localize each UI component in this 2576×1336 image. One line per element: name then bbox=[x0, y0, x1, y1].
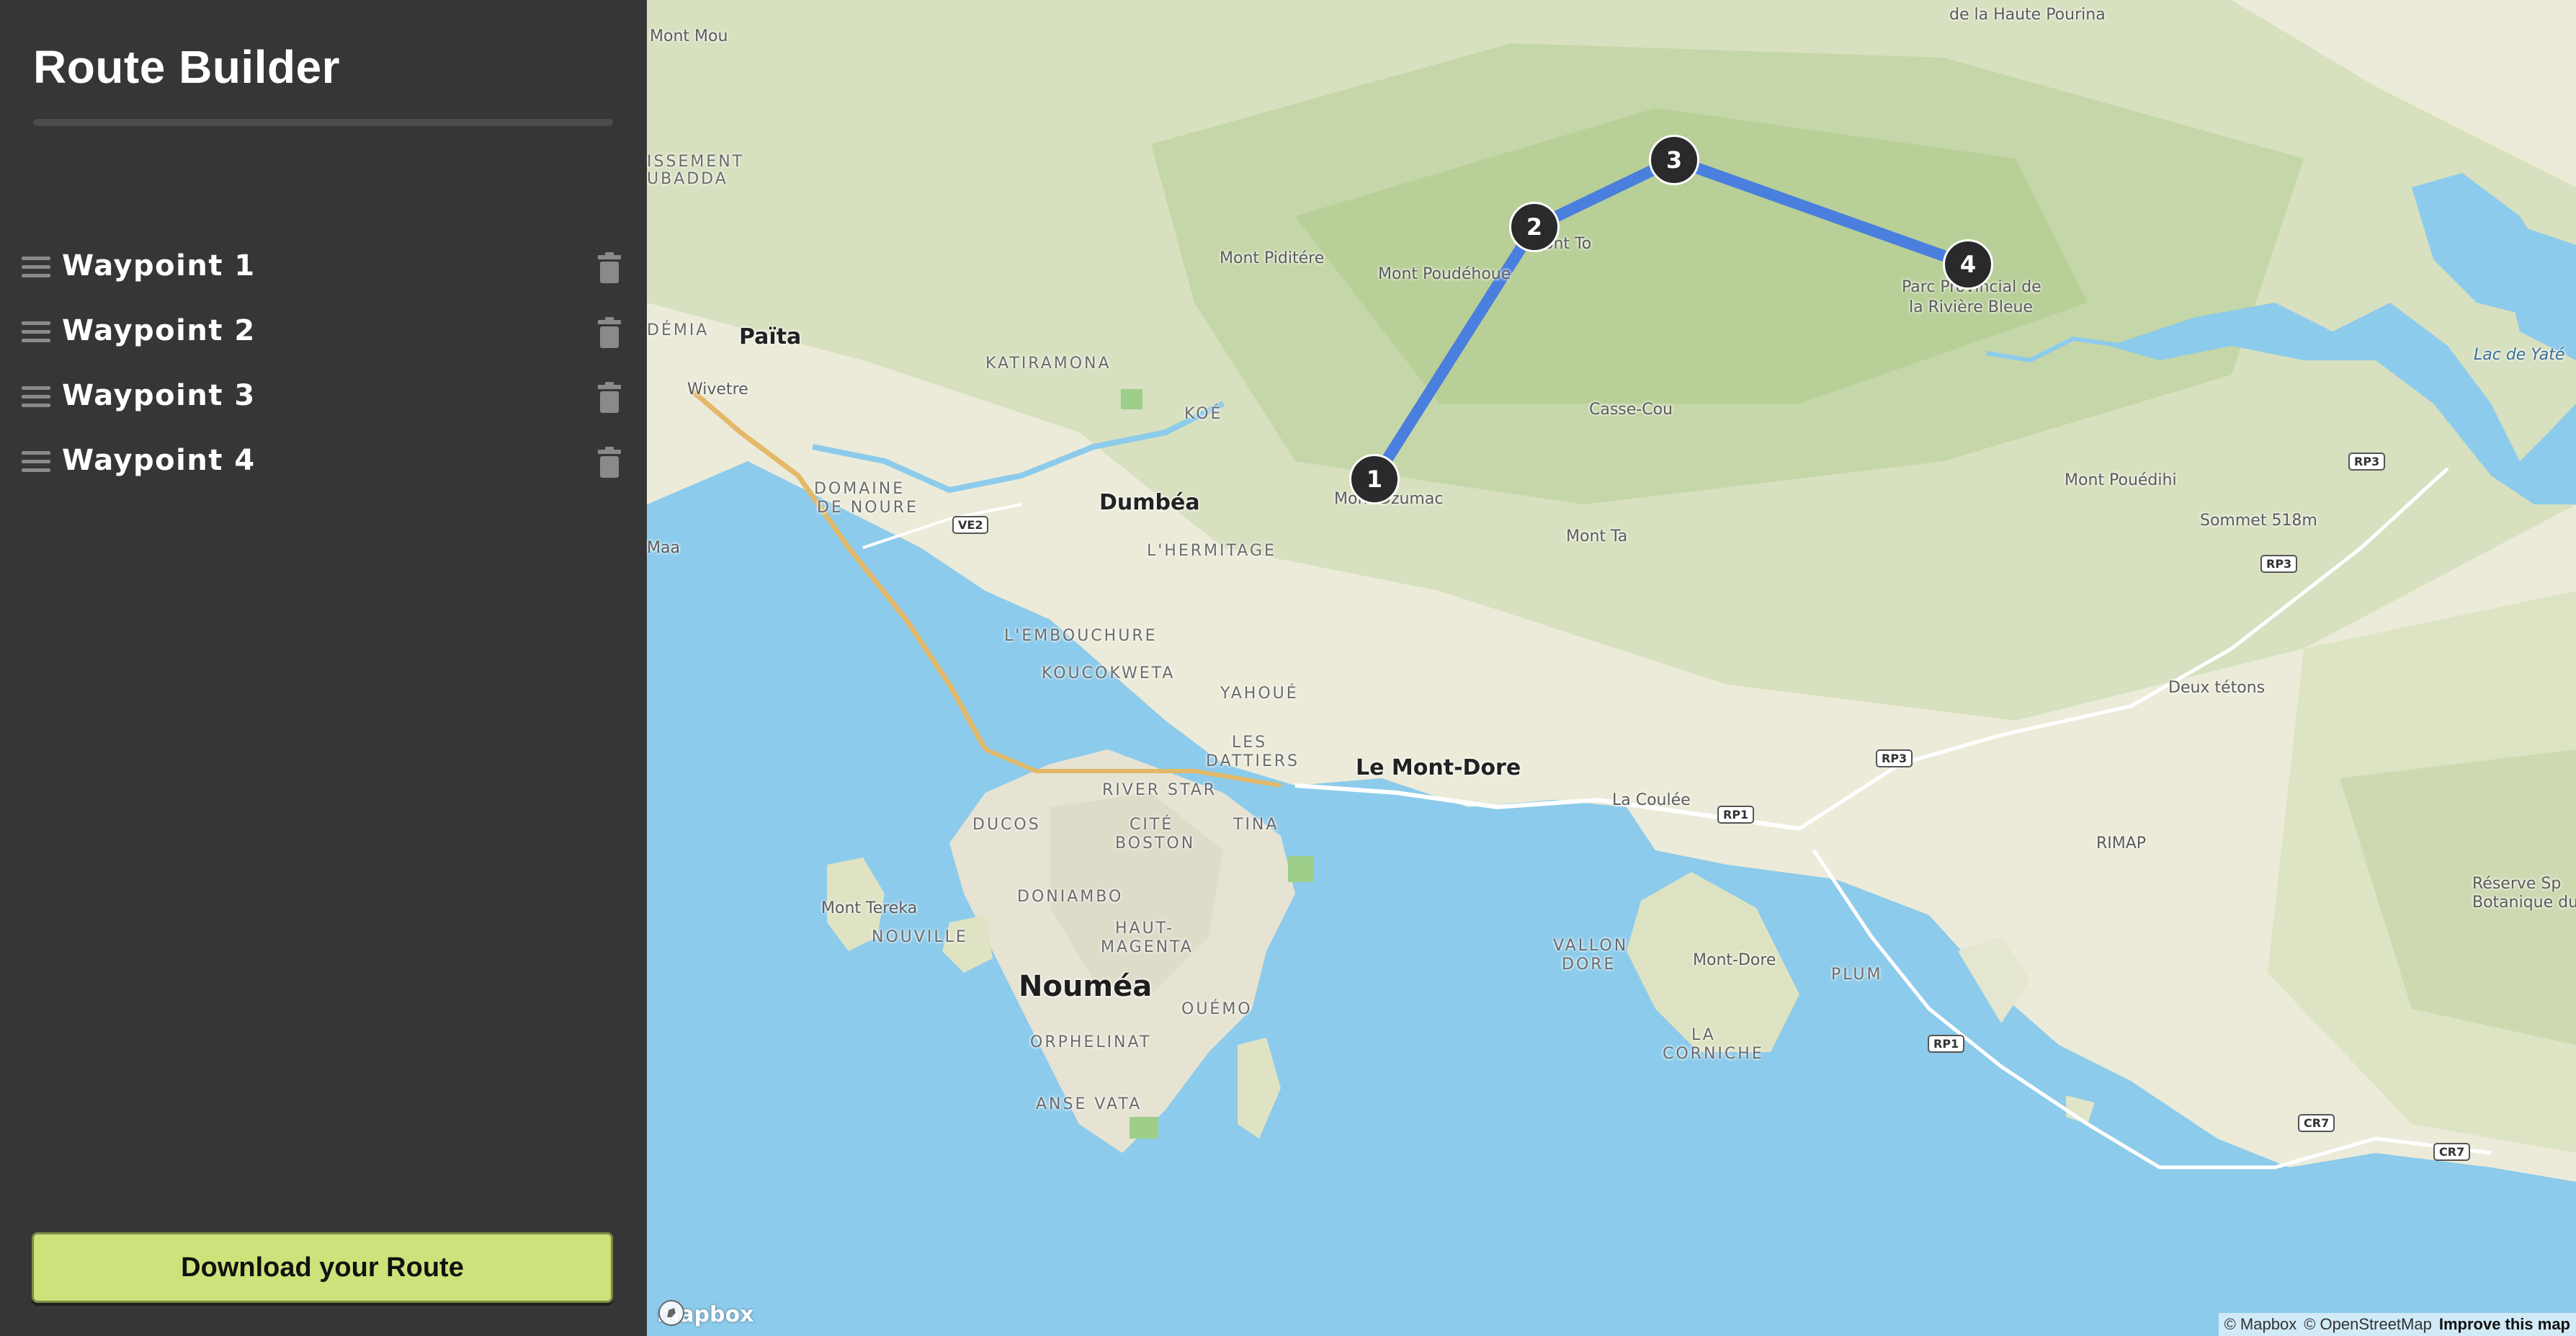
place-label: Botanique du bbox=[2472, 894, 2576, 912]
place-label: Réserve Sp bbox=[2472, 875, 2562, 893]
place-label: DE NOURE bbox=[817, 499, 918, 517]
place-label: ORPHELINAT bbox=[1030, 1033, 1152, 1051]
place-label: Maa bbox=[647, 539, 680, 557]
place-label: Mont Mou bbox=[650, 27, 728, 45]
road-shield: CR7 bbox=[2433, 1143, 2471, 1161]
drag-handle-icon[interactable] bbox=[22, 257, 50, 278]
road-shield: VE2 bbox=[952, 516, 989, 534]
mapbox-logo[interactable]: mapbox bbox=[657, 1299, 753, 1330]
place-label: La Coulée bbox=[1612, 791, 1691, 809]
place-label: RIMAP bbox=[2096, 834, 2147, 852]
waypoint-label: Waypoint 1 bbox=[62, 249, 256, 282]
waypoint-marker-4[interactable]: 4 bbox=[1943, 239, 1993, 290]
place-label: HAUT- bbox=[1115, 919, 1175, 938]
place-label: UBADDA bbox=[647, 170, 728, 188]
place-label: Mont Poudéhoue bbox=[1378, 265, 1511, 283]
road-shield: CR7 bbox=[2298, 1114, 2335, 1132]
map-canvas[interactable]: Mont Mou de la Haute Pourina ISSEMENT UB… bbox=[647, 0, 2576, 1336]
trash-icon[interactable] bbox=[595, 447, 624, 478]
trash-icon[interactable] bbox=[595, 252, 624, 284]
road-shield: RP3 bbox=[1876, 749, 1913, 767]
place-label: CITÉ bbox=[1130, 816, 1174, 834]
place-label: Mont Ta bbox=[1566, 527, 1628, 545]
place-label: Casse-Cou bbox=[1589, 401, 1673, 419]
place-label: TINA bbox=[1233, 816, 1279, 834]
place-label: Mont Piditére bbox=[1220, 249, 1325, 267]
trash-icon[interactable] bbox=[595, 382, 624, 414]
place-label: KOUCOKWETA bbox=[1042, 664, 1176, 682]
place-label: DOMAINE bbox=[814, 480, 905, 498]
road-shield: RP3 bbox=[2260, 555, 2298, 573]
place-label: LA bbox=[1691, 1026, 1716, 1044]
place-label: ANSE VATA bbox=[1036, 1095, 1142, 1113]
download-route-button[interactable]: Download your Route bbox=[32, 1232, 613, 1303]
place-label: Sommet 518m bbox=[2200, 512, 2317, 530]
road-shield: RP1 bbox=[1928, 1035, 1965, 1053]
place-label: Païta bbox=[739, 324, 802, 349]
waypoint-label: Waypoint 2 bbox=[62, 314, 256, 347]
waypoint-item-2[interactable]: Waypoint 2 bbox=[0, 300, 647, 365]
place-label: YAHOUÉ bbox=[1220, 685, 1299, 703]
sidebar: Route Builder Waypoint 1 Waypoint 2 Wayp… bbox=[0, 0, 647, 1336]
trash-icon[interactable] bbox=[595, 317, 624, 349]
waypoint-marker-3[interactable]: 3 bbox=[1649, 135, 1699, 185]
place-label: L'HERMITAGE bbox=[1147, 542, 1276, 560]
place-label: Wivetre bbox=[687, 380, 748, 398]
place-label: la Rivière Bleue bbox=[1909, 298, 2033, 316]
road-shield: RP1 bbox=[1717, 806, 1755, 824]
waypoint-label: Waypoint 3 bbox=[62, 379, 256, 412]
place-label: RIVER STAR bbox=[1102, 781, 1217, 799]
place-label: ISSEMENT bbox=[647, 153, 745, 171]
place-label: KATIRAMONA bbox=[985, 355, 1112, 373]
place-label: Mont-Dore bbox=[1693, 951, 1776, 969]
place-label: VALLON bbox=[1553, 937, 1629, 955]
place-label: Mont Tereka bbox=[821, 899, 918, 917]
place-label: Nouméa bbox=[1019, 970, 1153, 1003]
place-label: de la Haute Pourina bbox=[1949, 6, 2106, 24]
waypoint-label: Waypoint 4 bbox=[62, 444, 256, 477]
place-label: L'EMBOUCHURE bbox=[1004, 627, 1158, 645]
page-title: Route Builder bbox=[33, 41, 341, 93]
place-label: BOSTON bbox=[1115, 834, 1196, 852]
place-label: NOUVILLE bbox=[872, 928, 968, 946]
app-root: Route Builder Waypoint 1 Waypoint 2 Wayp… bbox=[0, 0, 2576, 1336]
road-shield: RP3 bbox=[2348, 453, 2386, 471]
place-label: Dumbéa bbox=[1099, 490, 1200, 515]
place-label: DUCOS bbox=[972, 816, 1041, 834]
place-label: Mont Pouédihi bbox=[2065, 471, 2177, 489]
map-attribution: © Mapbox © OpenStreetMap Improve this ma… bbox=[2218, 1313, 2576, 1336]
place-label: DATTIERS bbox=[1206, 752, 1300, 770]
route-layer bbox=[1369, 154, 1974, 485]
place-label: PLUM bbox=[1831, 966, 1883, 984]
waypoint-item-3[interactable]: Waypoint 3 bbox=[0, 365, 647, 429]
place-label: OUÉMO bbox=[1181, 1000, 1253, 1018]
divider bbox=[33, 119, 613, 126]
mapbox-logo-icon bbox=[658, 1300, 684, 1326]
place-label: CORNICHE bbox=[1663, 1045, 1764, 1063]
waypoint-marker-2[interactable]: 2 bbox=[1509, 202, 1560, 252]
place-label: Deux tétons bbox=[2168, 679, 2266, 697]
attribution-osm-link[interactable]: © OpenStreetMap bbox=[2304, 1315, 2432, 1334]
waypoint-item-4[interactable]: Waypoint 4 bbox=[0, 429, 647, 494]
drag-handle-icon[interactable] bbox=[22, 386, 50, 408]
waypoint-list: Waypoint 1 Waypoint 2 Waypoint 3 Waypoin… bbox=[0, 235, 647, 494]
place-label: Lac de Yaté bbox=[2474, 346, 2565, 364]
route-line bbox=[1369, 154, 1974, 485]
place-label: KOÉ bbox=[1184, 405, 1223, 423]
place-label: Le Mont-Dore bbox=[1356, 755, 1521, 780]
waypoint-marker-1[interactable]: 1 bbox=[1349, 454, 1400, 504]
place-label: MAGENTA bbox=[1101, 938, 1194, 956]
drag-handle-icon[interactable] bbox=[22, 451, 50, 473]
attribution-mapbox-link[interactable]: © Mapbox bbox=[2224, 1315, 2297, 1334]
waypoint-item-1[interactable]: Waypoint 1 bbox=[0, 235, 647, 300]
improve-map-link[interactable]: Improve this map bbox=[2439, 1315, 2570, 1334]
place-label: DÉMIA bbox=[647, 321, 710, 339]
drag-handle-icon[interactable] bbox=[22, 321, 50, 343]
place-label: DORE bbox=[1562, 956, 1616, 974]
place-label: DONIAMBO bbox=[1017, 888, 1124, 906]
place-label: LES bbox=[1232, 734, 1268, 752]
